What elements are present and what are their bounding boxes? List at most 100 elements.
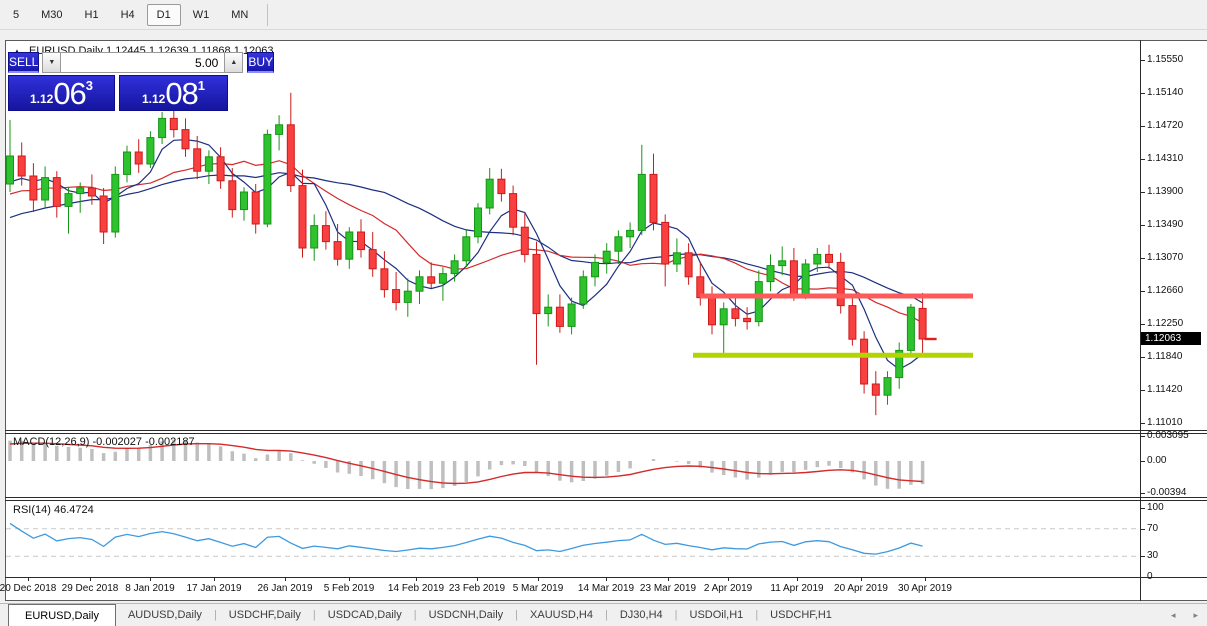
chart-tab-xauusd-h4[interactable]: XAUUSD,H4 (518, 604, 605, 626)
sell-price-prefix: 1.12 (30, 92, 53, 110)
price-axis-label: 1.12660 (1147, 285, 1183, 296)
candlestick (65, 194, 72, 207)
price-axis-tick (1141, 159, 1145, 160)
rsi-value: 46.4724 (54, 504, 94, 516)
chart-tab-dj30-h4[interactable]: DJ30,H4 (608, 604, 675, 626)
candlestick (287, 125, 294, 186)
timeframe-button-w1[interactable]: W1 (183, 4, 220, 26)
candlestick (884, 378, 891, 396)
candlestick (814, 254, 821, 264)
timeframe-button-d1[interactable]: D1 (147, 4, 181, 26)
candlestick (276, 125, 283, 135)
macd-label: MACD(12,26,9) -0.002027 -0.002187 (13, 436, 195, 448)
candlestick (755, 282, 762, 322)
date-axis-label: 8 Jan 2019 (125, 583, 175, 594)
candlestick (147, 138, 154, 164)
buy-button[interactable]: BUY (247, 52, 274, 73)
price-axis-label: 1.12250 (1147, 318, 1183, 329)
sell-button[interactable]: SELL (8, 52, 39, 73)
timeframe-button-mn[interactable]: MN (221, 4, 258, 26)
buy-price-button[interactable]: 1.12 08 1 (119, 75, 228, 111)
price-axis-tick (1141, 60, 1145, 61)
candlestick (662, 222, 669, 264)
timeframe-button-h1[interactable]: H1 (75, 4, 109, 26)
candlestick (720, 309, 727, 325)
sell-price-pip: 3 (86, 76, 93, 92)
candlestick (907, 307, 914, 350)
rsi-indicator-chart[interactable] (6, 501, 1140, 577)
candlestick (779, 261, 786, 266)
rsi-axis-label: 30 (1147, 550, 1158, 561)
date-axis-tick (150, 577, 151, 581)
volume-input[interactable] (61, 52, 224, 73)
rsi-axis-label: 70 (1147, 523, 1158, 534)
price-axis-label: 1.13490 (1147, 219, 1183, 230)
chart-tab-usdcnh-daily[interactable]: USDCNH,Daily (417, 604, 516, 626)
candlestick (7, 156, 14, 184)
date-axis-label: 23 Feb 2019 (449, 583, 505, 594)
candlestick (709, 298, 716, 325)
candlestick (592, 262, 599, 276)
chart-tab-usdcad-daily[interactable]: USDCAD,Daily (316, 604, 414, 626)
tabs-scroll-left-icon[interactable]: ◂ (1162, 610, 1185, 621)
price-axis-tick (1141, 357, 1145, 358)
candlestick (241, 192, 248, 210)
candlestick (439, 274, 446, 284)
chart-tab-usdoil-h1[interactable]: USDOil,H1 (678, 604, 756, 626)
candlestick (919, 308, 926, 339)
date-axis-tick (90, 577, 91, 581)
candlestick (498, 179, 505, 193)
chart-tab-usdchf-daily[interactable]: USDCHF,Daily (217, 604, 313, 626)
toolbar-separator (267, 4, 268, 26)
date-axis-label: 11 Apr 2019 (770, 583, 823, 594)
rsi-axis-tick (1141, 529, 1145, 530)
price-axis-tick (1141, 126, 1145, 127)
price-axis-border (1140, 40, 1141, 601)
chart-tab-eurusd-daily[interactable]: EURUSD,Daily (8, 604, 116, 626)
timeframe-button-h4[interactable]: H4 (111, 4, 145, 26)
date-axis-tick (861, 577, 862, 581)
candlestick (194, 149, 201, 171)
candlestick (42, 178, 49, 200)
candlestick (510, 194, 517, 228)
timeframe-button-5[interactable]: 5 (3, 4, 29, 26)
price-axis-tick (1141, 93, 1145, 94)
chart-tab-usdchf-h1[interactable]: USDCHF,H1 (758, 604, 844, 626)
volume-decrease-button[interactable]: ▼ (42, 52, 61, 73)
candlestick (685, 253, 692, 277)
timeframe-button-m30[interactable]: M30 (31, 4, 72, 26)
candlestick (790, 261, 797, 295)
candlestick (627, 230, 634, 236)
date-axis-label: 17 Jan 2019 (186, 583, 241, 594)
chart-tab-bar: EURUSD,DailyAUDUSD,Daily|USDCHF,Daily|US… (0, 603, 1207, 626)
price-axis-tick (1141, 423, 1145, 424)
main-macd-separator[interactable] (5, 430, 1207, 431)
macd-axis-label: -0.00394 (1147, 487, 1186, 498)
candlestick (358, 232, 365, 250)
chart-tab-audusd-daily[interactable]: AUDUSD,Daily (116, 604, 214, 626)
tabs-scroll-right-icon[interactable]: ▸ (1184, 610, 1207, 621)
sell-price-button[interactable]: 1.12 06 3 (8, 75, 115, 111)
candlestick (88, 188, 95, 196)
date-axis-tick (797, 577, 798, 581)
candlestick (77, 188, 84, 194)
volume-increase-button[interactable]: ▲ (224, 52, 243, 73)
candlestick (580, 277, 587, 304)
candlestick (463, 237, 470, 261)
macd-rsi-separator[interactable] (5, 497, 1207, 498)
rsi-axis-tick (1141, 577, 1145, 578)
date-axis-label: 23 Mar 2019 (640, 583, 696, 594)
sell-price-big: 06 (53, 78, 85, 110)
price-axis-label: 1.15140 (1147, 87, 1183, 98)
candlestick (252, 192, 259, 224)
candlestick (826, 254, 833, 262)
candlestick (861, 339, 868, 384)
date-axis-tick (606, 577, 607, 581)
candlestick (381, 269, 388, 290)
candlestick (521, 227, 528, 254)
price-axis-label: 1.11840 (1147, 351, 1182, 362)
price-axis-tick (1141, 324, 1145, 325)
rsi-line (10, 523, 923, 554)
candlestick (849, 306, 856, 340)
date-axis-label: 30 Apr 2019 (898, 583, 952, 594)
